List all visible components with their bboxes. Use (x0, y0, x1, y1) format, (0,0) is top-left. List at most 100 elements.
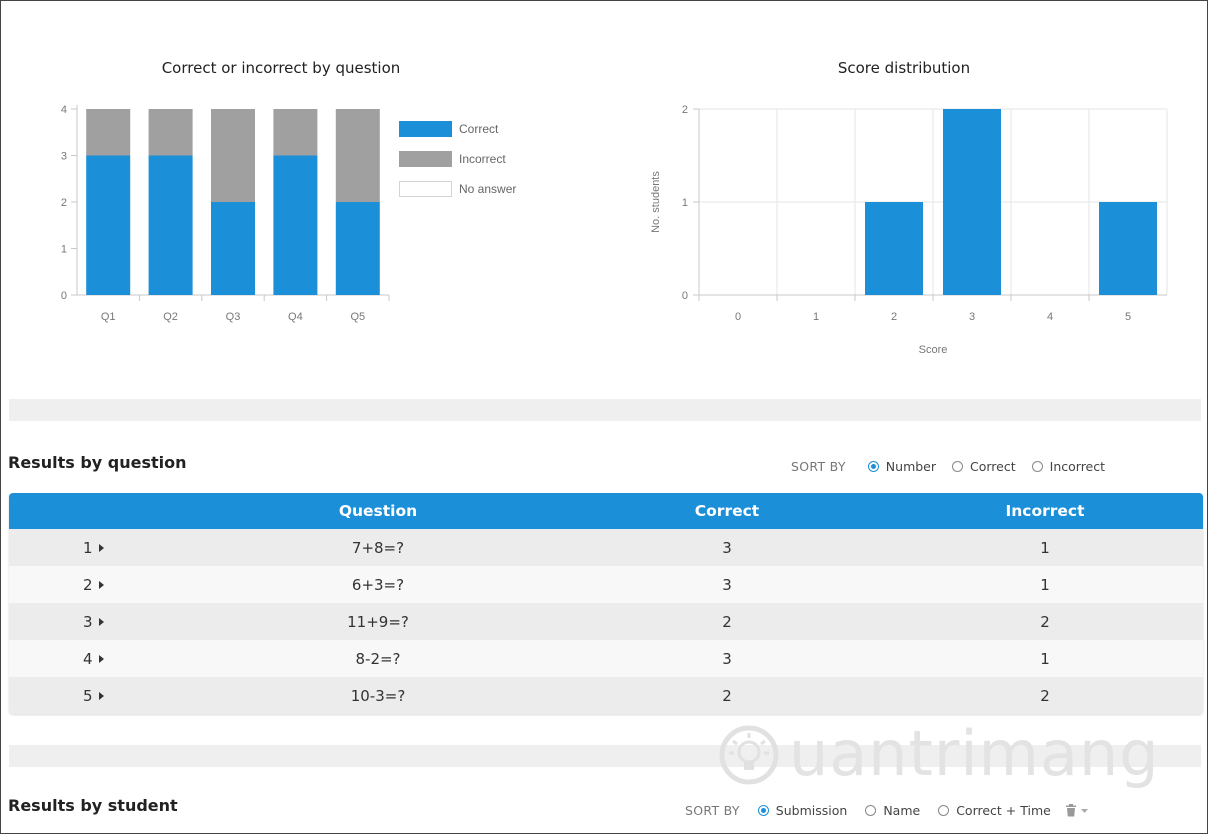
question-number[interactable]: 4 (9, 650, 189, 668)
x-tick-label: 2 (891, 311, 897, 323)
y-tick-label: 1 (682, 197, 688, 209)
x-tick-label: Q3 (226, 311, 241, 323)
radio-dot (952, 461, 964, 472)
question-text: 7+8=? (351, 538, 405, 557)
bar (1099, 202, 1157, 295)
column-header-incorrect: Incorrect (1005, 502, 1085, 520)
question-number[interactable]: 5 (9, 687, 189, 705)
y-tick-label: 3 (61, 151, 67, 163)
expand-triangle-icon[interactable] (98, 580, 104, 589)
trash-icon (1065, 804, 1076, 817)
incorrect-count: 1 (1040, 538, 1050, 557)
chevron-down-icon (1080, 808, 1088, 813)
radio-label: Number (885, 459, 937, 474)
sort-number-radio[interactable]: Number (867, 459, 937, 474)
bar-correct (148, 155, 193, 295)
y-axis-title: No. students (650, 171, 662, 233)
bar (943, 109, 1001, 295)
correct-count: 2 (722, 612, 732, 631)
score-distribution-chart: Score distribution 0 1 2 0 1 2 3 4 5 Score No. stu… (601, 1, 1207, 399)
expand-triangle-icon[interactable] (98, 617, 104, 626)
question-number[interactable]: 2 (9, 576, 189, 594)
y-tick-label: 0 (61, 290, 67, 302)
question-number-text: 3 (83, 612, 93, 631)
x-axis-title: Score (919, 344, 948, 356)
question-text: 10-3=? (350, 686, 406, 705)
x-tick-label: Q5 (350, 311, 365, 323)
correct-count: 3 (722, 538, 732, 557)
bar-incorrect (211, 109, 255, 202)
bar (865, 202, 923, 295)
y-tick-label: 2 (61, 197, 67, 209)
question-text: 11+9=? (347, 612, 409, 631)
score-distribution-svg: 0 1 2 0 1 2 3 4 5 Score No. students (650, 104, 1168, 356)
x-tick-label: 5 (1125, 311, 1131, 323)
incorrect-count: 1 (1040, 575, 1050, 594)
sort-by-label: SORT BY (791, 459, 846, 474)
correct-count: 2 (722, 686, 732, 705)
table-row[interactable]: 1 7+8=? 3 1 (9, 529, 1203, 566)
x-tick-label: 0 (735, 311, 741, 323)
results-by-student-title: Results by student (8, 796, 178, 815)
incorrect-count: 1 (1040, 649, 1050, 668)
legend-label: Incorrect (459, 152, 506, 166)
legend-label: No answer (459, 182, 516, 196)
radio-dot (1031, 461, 1043, 472)
incorrect-count: 2 (1040, 686, 1050, 705)
sort-submission-radio[interactable]: Submission (757, 803, 848, 818)
column-header-correct: Correct (694, 502, 760, 520)
sort-correct-time-radio[interactable]: Correct + Time (938, 803, 1051, 818)
y-tick-label: 1 (61, 244, 67, 256)
question-text: 8-2=? (355, 649, 401, 668)
correct-count: 3 (722, 649, 732, 668)
bar-correct (335, 202, 380, 295)
radio-dot (757, 805, 769, 816)
table-row[interactable]: 5 10-3=? 2 2 (9, 677, 1203, 714)
incorrect-count: 2 (1040, 612, 1050, 631)
question-number[interactable]: 3 (9, 613, 189, 631)
question-number-text: 1 (83, 538, 93, 557)
x-tick-label: 4 (1047, 311, 1053, 323)
expand-triangle-icon[interactable] (98, 543, 104, 552)
radio-label: Correct (970, 459, 1016, 474)
delete-menu-button[interactable] (1065, 804, 1089, 817)
table-row[interactable]: 3 11+9=? 2 2 (9, 603, 1203, 640)
table-header: Question Correct Incorrect (9, 493, 1203, 529)
radio-label: Correct + Time (956, 803, 1051, 818)
x-tick-label: Q1 (101, 311, 116, 323)
bar-correct (273, 155, 318, 295)
y-tick-label: 0 (682, 290, 688, 302)
legend-label: Correct (459, 122, 499, 136)
x-tick-label: 1 (813, 311, 819, 323)
radio-label: Name (883, 803, 921, 818)
question-number-text: 2 (83, 575, 93, 594)
sort-correct-radio[interactable]: Correct (952, 459, 1016, 474)
expand-triangle-icon[interactable] (98, 654, 104, 663)
sort-name-radio[interactable]: Name (865, 803, 920, 818)
question-number[interactable]: 1 (9, 539, 189, 557)
sort-by-label: SORT BY (685, 803, 740, 818)
y-tick-label: 2 (682, 104, 688, 116)
x-tick-label: Q2 (163, 311, 178, 323)
radio-dot (867, 461, 879, 472)
bar-correct (211, 202, 255, 295)
section-divider (9, 745, 1201, 767)
expand-triangle-icon[interactable] (98, 691, 104, 700)
correct-incorrect-svg: 0 1 2 3 4 Q1 Q2 Q3 Q4 Q5 Correct Incorrect No answer (61, 104, 516, 323)
radio-label: Submission (775, 803, 848, 818)
legend-swatch (399, 181, 452, 197)
radio-label: Incorrect (1049, 459, 1106, 474)
results-by-question-title: Results by question (8, 453, 187, 472)
table-row[interactable]: 2 6+3=? 3 1 (9, 566, 1203, 603)
section-divider (9, 399, 1201, 421)
question-sort-bar: SORT BY Number Correct Incorrect (791, 459, 1105, 474)
bar-incorrect (273, 109, 318, 156)
table-row[interactable]: 4 8-2=? 3 1 (9, 640, 1203, 677)
sort-incorrect-radio[interactable]: Incorrect (1031, 459, 1106, 474)
results-by-question-table: Question Correct Incorrect 1 7+8=? 3 1 2… (9, 493, 1203, 714)
x-tick-label: 3 (969, 311, 975, 323)
x-tick-label: Q4 (288, 311, 303, 323)
legend-swatch (399, 121, 452, 137)
legend-swatch (399, 151, 452, 167)
radio-dot (865, 805, 877, 816)
